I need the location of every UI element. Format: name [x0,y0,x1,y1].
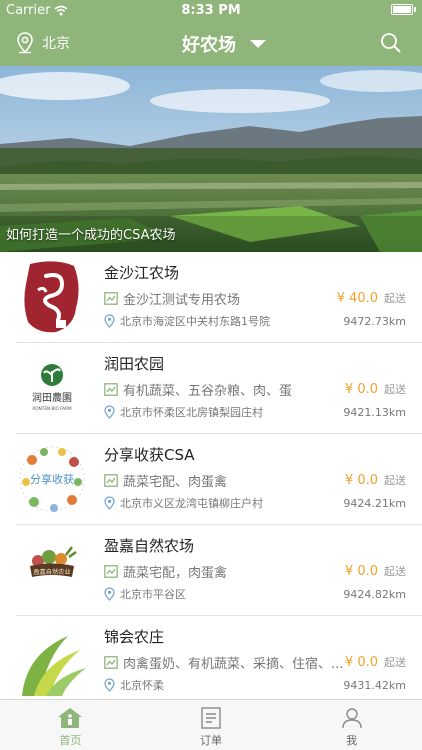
farm-category: 金沙江测试专用农场 [123,293,241,308]
farm-min-order: ¥ 0.0 起送 [345,654,406,670]
farm-list: 金沙江农场 金沙江测试专用农场 北京市海淀区中关村东路1号院 ¥ 40.0 起送… [0,252,422,699]
page-title: 好农场 [182,35,236,56]
farm-name: 分享收获CSA [104,446,195,464]
farm-min-order: ¥ 0.0 起送 [345,563,406,579]
farm-logo-fenxiang: 分享收获 [16,442,88,517]
tab-profile[interactable]: 我 [281,700,422,750]
farm-logo-jinshajiang [16,260,88,335]
farm-min-order: ¥ 0.0 起送 [345,381,406,397]
farm-address-row: 北京市海淀区中关村东路1号院 [104,313,270,329]
location-pin-icon [104,405,115,419]
farm-category-row: 金沙江测试专用农场 [104,289,240,308]
tab-orders-label: 订单 [200,734,222,747]
min-order-unit: 起送 [384,383,406,396]
farm-address-row: 北京市义区龙湾屯镇柳庄户村 [104,495,263,511]
farm-address: 北京市义区龙湾屯镇柳庄户村 [120,497,263,510]
farm-category-row: 蔬菜宅配、肉蛋禽 [104,471,227,490]
tab-profile-label: 我 [346,734,358,747]
min-order-unit: 起送 [384,656,406,669]
location-pin-icon [104,587,115,601]
runtian-logo-subtext: RONTEN BIO FARM [32,406,72,411]
dropdown-arrow-icon [250,40,266,48]
farm-category-row: 蔬菜宅配，肉蛋禽 [104,562,227,581]
farm-list-item[interactable]: 锦会农庄 肉禽蛋奶、有机蔬菜、采摘、住宿、... 北京怀柔 ¥ 0.0 起送 9… [16,616,422,699]
farm-distance: 9472.73km [343,315,406,328]
farm-distance: 9431.42km [343,679,406,692]
farm-name: 锦会农庄 [104,628,165,646]
farm-category: 肉禽蛋奶、有机蔬菜、采摘、住宿、... [123,657,344,672]
farm-logo-yingjia: 盈嘉自然农业 [16,533,88,608]
app-header: Carrier 8:33 PM 北京 好农场 [0,0,422,66]
min-order-unit: 起送 [384,565,406,578]
farm-list-item[interactable]: 盈嘉自然农业 盈嘉自然农场 蔬菜宅配，肉蛋禽 北京市平谷区 ¥ 0.0 起送 9… [16,525,422,616]
min-order-price: ¥ 0.0 [344,564,378,579]
min-order-price: ¥ 0.0 [344,382,378,397]
yingjia-logo-text: 盈嘉自然农业 [33,568,70,576]
farm-category: 蔬菜宅配、肉蛋禽 [123,475,228,490]
farm-address: 北京市平谷区 [120,588,186,601]
category-icon [104,292,118,305]
min-order-price: ¥ 0.0 [344,655,378,670]
farm-address: 北京市海淀区中关村东路1号院 [120,315,270,328]
tab-bar: 首页 订单 我 [0,699,422,750]
status-time: 8:33 PM [181,3,241,18]
farm-name: 润田农园 [104,355,165,373]
runtian-logo-text: 润田農園 [32,391,72,404]
farm-address: 北京怀柔 [120,679,164,692]
search-icon [381,33,401,53]
location-pin-icon [104,496,115,510]
home-icon [58,708,83,728]
farm-category: 蔬菜宅配，肉蛋禽 [123,566,228,581]
farm-name: 金沙江农场 [104,264,180,282]
farm-list-item[interactable]: 分享收获 分享收获CSA 蔬菜宅配、肉蛋禽 北京市义区龙湾屯镇柳庄户村 ¥ 0.… [16,434,422,525]
category-icon [104,565,118,578]
location-pin-icon [104,678,115,692]
farm-address-row: 北京市怀柔区北房镇梨园庄村 [104,404,263,420]
farm-name: 盈嘉自然农场 [104,537,195,555]
category-icon [104,474,118,487]
order-icon [201,707,221,729]
fenxiang-logo-text: 分享收获 [30,472,74,486]
location-pin-icon [104,314,115,328]
status-bar: Carrier 8:33 PM [0,0,422,22]
farm-category: 有机蔬菜、五谷杂粮、肉、蛋 [123,384,293,399]
farm-list-item[interactable]: 金沙江农场 金沙江测试专用农场 北京市海淀区中关村东路1号院 ¥ 40.0 起送… [16,252,422,343]
farm-distance: 9424.21km [343,497,406,510]
search-button[interactable] [380,32,402,58]
user-icon [341,708,362,729]
farm-distance: 9424.82km [343,588,406,601]
navigation-bar: 北京 好农场 [0,22,422,66]
tab-orders[interactable]: 订单 [141,700,282,750]
tab-home-label: 首页 [59,734,82,747]
category-icon [104,656,118,669]
farm-list-item[interactable]: 润田農園 RONTEN BIO FARM 润田农园 有机蔬菜、五谷杂粮、肉、蛋 … [16,343,422,434]
featured-banner[interactable]: 如何打造一个成功的CSA农场 [0,66,422,252]
farm-category-row: 有机蔬菜、五谷杂粮、肉、蛋 [104,380,292,399]
farm-logo-jinhui [16,624,88,699]
farm-address: 北京市怀柔区北房镇梨园庄村 [120,406,263,419]
farm-address-row: 北京怀柔 [104,677,164,693]
farm-distance: 9421.13km [343,406,406,419]
farm-min-order: ¥ 40.0 起送 [337,290,406,306]
min-order-price: ¥ 0.0 [344,473,378,488]
tab-home[interactable]: 首页 [0,700,141,750]
min-order-unit: 起送 [384,474,406,487]
farm-logo-runtian: 润田農園 RONTEN BIO FARM [16,351,88,426]
farm-category-row: 肉禽蛋奶、有机蔬菜、采摘、住宿、... [104,653,343,672]
farm-address-row: 北京市平谷区 [104,586,186,602]
battery-icon [391,4,416,15]
category-icon [104,383,118,396]
title-dropdown[interactable]: 好农场 [0,31,422,57]
min-order-unit: 起送 [384,292,406,305]
farm-min-order: ¥ 0.0 起送 [345,472,406,488]
banner-caption: 如何打造一个成功的CSA农场 [6,228,176,243]
min-order-price: ¥ 40.0 [336,291,378,306]
